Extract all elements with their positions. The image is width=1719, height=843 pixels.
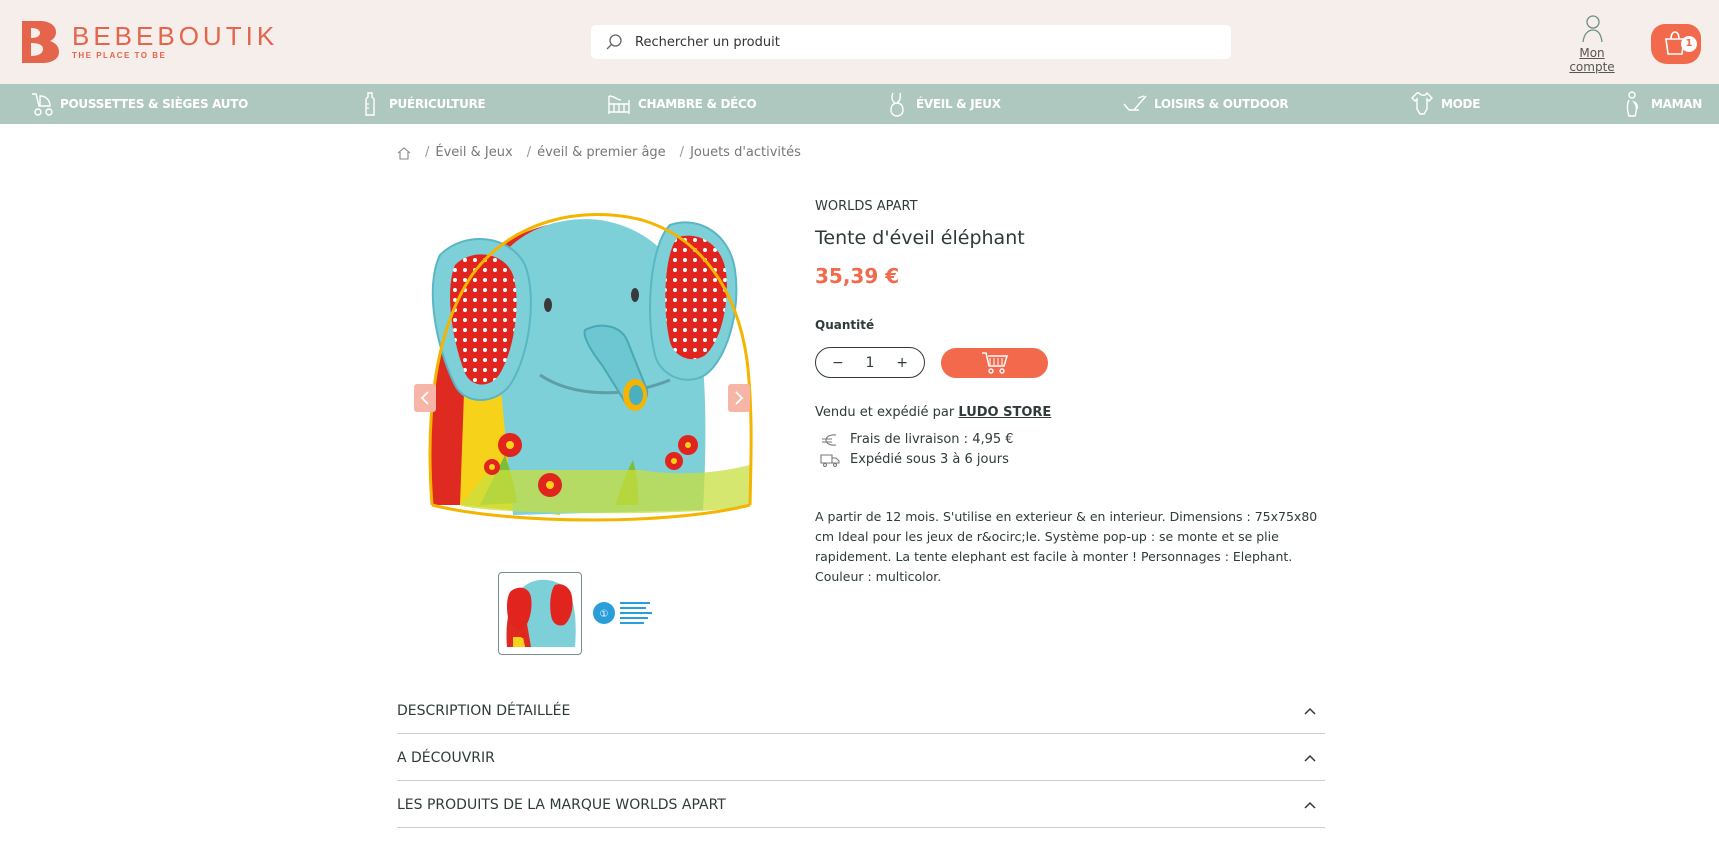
gallery-prev-arrow[interactable] [414, 384, 436, 412]
nav-label: CHAMBRE & DÉCO [638, 97, 757, 111]
site-header: BEBEBOUTIK THE PLACE TO BE Mon compte 1 [0, 0, 1719, 84]
nav-item-puericulture[interactable]: PUÉRICULTURE [357, 84, 486, 124]
thumbnail-1[interactable] [498, 572, 582, 655]
truck-icon [820, 453, 840, 467]
cart-button[interactable]: 1 [1651, 22, 1701, 64]
nav-label: PUÉRICULTURE [389, 97, 486, 111]
cart-icon [981, 352, 1008, 374]
user-icon [1582, 15, 1603, 43]
nav-label: ÉVEIL & JEUX [916, 97, 1001, 111]
thumbnail-image [506, 579, 576, 647]
crib-icon [608, 95, 630, 114]
breadcrumb: / Éveil & Jeux / éveil & premier âge / J… [397, 145, 801, 160]
nav-item-chambre-deco[interactable]: CHAMBRE & DÉCO [606, 84, 757, 124]
product-title: Tente d'éveil éléphant [815, 227, 1025, 249]
quantity-increase-button[interactable]: + [896, 355, 908, 371]
stroller-icon [32, 93, 53, 116]
nav-item-loisirs-outdoor[interactable]: LOISIRS & OUTDOOR [1122, 84, 1289, 124]
account-link[interactable]: Mon compte [1556, 14, 1628, 74]
sled-icon [1123, 95, 1147, 111]
chevron-up-icon [1304, 707, 1316, 715]
quantity-stepper: − 1 + [815, 347, 925, 378]
nav-item-maman[interactable]: MAMAN [1619, 84, 1702, 124]
product-brand[interactable]: WORLDS APART [815, 199, 918, 214]
product-price: 35,39 € [815, 264, 900, 288]
search-bar[interactable] [591, 25, 1231, 59]
accordion-label: DESCRIPTION DÉTAILLÉE [397, 702, 571, 719]
accordion-label: A DÉCOUVRIR [397, 749, 495, 766]
search-input[interactable] [635, 34, 1195, 50]
nav-item-eveil-jeux[interactable]: ÉVEIL & JEUX [884, 84, 1001, 124]
nav-label: POUSSETTES & SIÈGES AUTO [60, 97, 249, 111]
thumbnail-2[interactable]: ① [590, 572, 674, 655]
quantity-label: Quantité [815, 318, 875, 332]
seller-prefix: Vendu et expédié par [815, 405, 955, 420]
quantity-value[interactable]: 1 [866, 355, 875, 371]
seller-link[interactable]: LUDO STORE [958, 405, 1051, 420]
seller-info: Vendu et expédié par LUDO STORE [815, 405, 1051, 420]
logo-b-icon [22, 21, 59, 63]
account-label[interactable]: Mon compte [1556, 46, 1628, 74]
breadcrumb-separator: / [679, 145, 685, 160]
logo-tagline: THE PLACE TO BE [72, 50, 167, 60]
bodysuit-icon [1411, 91, 1433, 115]
cart-count-badge: 1 [1681, 36, 1697, 52]
svg-text:①: ① [600, 609, 609, 620]
main-navigation: POUSSETTES & SIÈGES AUTO PUÉRICULTURE CH… [0, 84, 1719, 124]
breadcrumb-separator: / [425, 145, 430, 160]
bottle-icon [365, 92, 375, 116]
accordion-a-decouvrir[interactable]: A DÉCOUVRIR [397, 735, 1325, 781]
breadcrumb-item-eveil-jeux[interactable]: Éveil & Jeux [435, 145, 512, 160]
product-short-description: A partir de 12 mois. S'utilise en exteri… [815, 509, 1318, 584]
chevron-up-icon [1304, 801, 1316, 809]
rabbit-icon [890, 92, 904, 117]
logo-name: BEBEBOUTIK [72, 20, 279, 51]
nav-item-mode[interactable]: MODE [1409, 84, 1480, 124]
euro-icon [822, 433, 837, 446]
accordion-label: LES PRODUITS DE LA MARQUE WORLDS APART [397, 796, 726, 813]
home-icon[interactable] [397, 146, 411, 160]
shipping-delay-text: Expédié sous 3 à 6 jours [850, 452, 1009, 467]
chevron-left-icon [420, 391, 429, 405]
logo[interactable]: BEBEBOUTIK THE PLACE TO BE [18, 19, 278, 63]
nav-label: LOISIRS & OUTDOOR [1154, 97, 1289, 111]
product-main-image[interactable] [420, 205, 760, 555]
accordion-description[interactable]: DESCRIPTION DÉTAILLÉE [397, 688, 1325, 734]
mother-icon [1626, 91, 1639, 117]
nav-label: MODE [1441, 97, 1481, 111]
gallery-next-arrow[interactable] [728, 384, 750, 412]
add-to-cart-button[interactable] [941, 348, 1048, 378]
shipping-delay: Expédié sous 3 à 6 jours [820, 452, 1009, 467]
thumbnail-image: ① [593, 602, 652, 624]
quantity-decrease-button[interactable]: − [832, 355, 844, 371]
shipping-fee: Frais de livraison : 4,95 € [820, 432, 1014, 447]
nav-item-poussettes[interactable]: POUSSETTES & SIÈGES AUTO [28, 84, 248, 124]
breadcrumb-item-jouets-activites[interactable]: Jouets d'activités [690, 145, 801, 160]
chevron-right-icon [735, 391, 744, 405]
nav-label: MAMAN [1651, 97, 1703, 111]
chevron-up-icon [1304, 754, 1316, 762]
accordion-brand-products[interactable]: LES PRODUITS DE LA MARQUE WORLDS APART [397, 782, 1325, 828]
shipping-fee-text: Frais de livraison : 4,95 € [850, 432, 1014, 447]
breadcrumb-item-premier-age[interactable]: éveil & premier âge [537, 145, 666, 160]
breadcrumb-separator: / [526, 145, 532, 160]
search-icon [606, 34, 622, 50]
